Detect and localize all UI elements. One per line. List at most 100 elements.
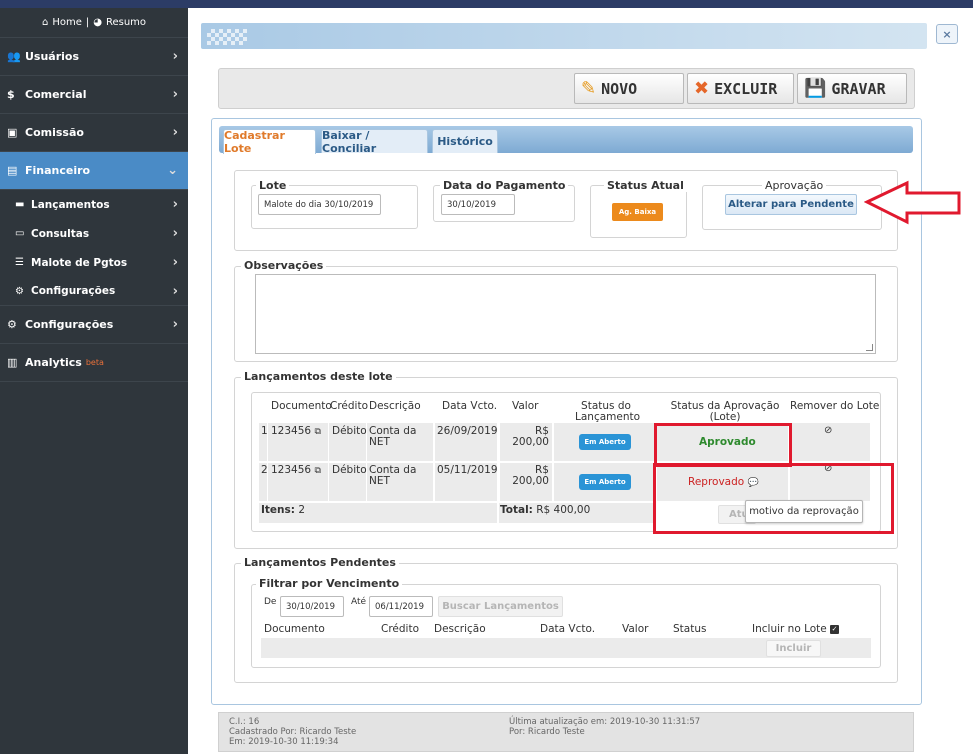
- file-icon: ▬: [15, 199, 25, 210]
- home-link[interactable]: Home: [52, 17, 82, 28]
- atualizado-por-text: Por: Ricardo Teste: [509, 727, 585, 737]
- data-pagamento-input[interactable]: 30/10/2019: [441, 194, 515, 215]
- sidebar-item-usuarios[interactable]: 👥 Usuários ›: [0, 38, 188, 76]
- th-descricao: Descrição: [434, 623, 486, 635]
- tab-cadastrar-lote[interactable]: Cadastrar Lote: [223, 129, 316, 155]
- document-icon: ▭: [15, 228, 25, 239]
- documento-link[interactable]: 123456 ⧉: [271, 426, 321, 438]
- money-icon: ▣: [7, 126, 18, 139]
- itens-value: 2: [298, 504, 306, 516]
- chevron-right-icon: ›: [172, 226, 178, 241]
- th-status-aprovacao: Status da Aprovação (Lote): [668, 401, 782, 423]
- bar-chart-icon: ▥: [7, 356, 18, 369]
- delete-icon: ✖: [694, 78, 710, 99]
- cadastrado-em-text: Em: 2019-10-30 11:19:34: [229, 737, 339, 747]
- gravar-button[interactable]: 💾 GRAVAR: [797, 73, 907, 104]
- sidebar-item-label: Analytics: [25, 356, 82, 369]
- status-badge: Ag. Baixa: [612, 203, 663, 221]
- novo-button[interactable]: ✎ NOVO: [574, 73, 684, 104]
- total-value: R$ 400,00: [536, 504, 591, 516]
- data-vcto-cell: 26/09/2019: [437, 425, 498, 437]
- sidebar-item-label: Financeiro: [25, 164, 91, 177]
- chevron-right-icon: ›: [172, 87, 178, 102]
- de-date-input[interactable]: 30/10/2019: [280, 596, 344, 617]
- close-button[interactable]: ×: [936, 24, 958, 44]
- external-link-icon[interactable]: ⧉: [314, 427, 320, 437]
- cadastrado-por-text: Cadastrado Por: Ricardo Teste: [229, 727, 357, 737]
- chevron-right-icon: ›: [172, 317, 178, 332]
- sidebar-item-configuracoes[interactable]: ⚙ Configurações ›: [0, 306, 188, 344]
- sidebar-subitem-lancamentos[interactable]: ▬ Lançamentos ›: [0, 190, 188, 219]
- alterar-pendente-button[interactable]: Alterar para Pendente: [725, 194, 857, 215]
- sidebar: ⌂ Home | ◕ Resumo 👥 Usuários › $ Comerci…: [0, 8, 188, 754]
- gravar-label: GRAVAR: [831, 79, 886, 98]
- aprovado-highlight: [654, 423, 792, 467]
- pie-chart-icon[interactable]: ◕: [93, 17, 102, 28]
- th-valor: Valor: [512, 400, 539, 412]
- valor-cell: R$ 200,00: [503, 465, 549, 487]
- sidebar-item-financeiro[interactable]: ▤ Financeiro ⌄: [0, 152, 188, 190]
- ultima-atualizacao-text: Última atualização em: 2019-10-30 11:31:…: [509, 717, 701, 727]
- home-icon[interactable]: ⌂: [42, 17, 48, 28]
- sidebar-subitem-malote[interactable]: ☰ Malote de Pgtos ›: [0, 248, 188, 277]
- documento-value: 123456: [271, 464, 312, 476]
- valor-cell: R$ 200,00: [503, 426, 549, 448]
- sidebar-subitem-label: Lançamentos: [31, 198, 110, 211]
- pencil-icon: ✎: [581, 78, 597, 99]
- list-icon: ☰: [15, 257, 24, 268]
- valor-amount: 200,00: [512, 475, 549, 487]
- separator: |: [85, 17, 90, 28]
- aprovacao-legend: Aprovação: [762, 179, 827, 192]
- buscar-lancamentos-button[interactable]: Buscar Lançamentos: [438, 596, 563, 617]
- descricao-cell: Conta da NET: [369, 426, 416, 448]
- tab-baixar-conciliar[interactable]: Baixar / Conciliar: [321, 129, 428, 155]
- modal-header[interactable]: [201, 23, 927, 49]
- resumo-link[interactable]: Resumo: [106, 17, 146, 28]
- reprovado-highlight: [653, 463, 894, 534]
- itens-total: Itens: 2: [261, 505, 305, 516]
- sidebar-subitem-label: Consultas: [31, 227, 90, 240]
- row-number: 2: [261, 464, 268, 476]
- gears-icon: ⚙: [7, 318, 17, 331]
- de-label: De: [264, 597, 277, 607]
- documento-link[interactable]: 123456 ⧉: [271, 465, 321, 477]
- observacoes-textarea[interactable]: [255, 274, 876, 354]
- th-status-lancamento: Status do Lançamento: [575, 401, 640, 423]
- valor-total: Total: R$ 400,00: [500, 505, 590, 516]
- tab-historico[interactable]: Histórico: [432, 129, 498, 153]
- descricao-cell: Conta da NET: [369, 465, 416, 487]
- top-bar: [0, 0, 973, 8]
- incluir-button[interactable]: Incluir: [766, 640, 821, 657]
- sidebar-item-label: Configurações: [25, 318, 114, 331]
- incluir-header-label: Incluir no Lote: [752, 623, 827, 635]
- save-icon: 💾: [804, 78, 827, 99]
- sidebar-item-comercial[interactable]: $ Comercial ›: [0, 76, 188, 114]
- sidebar-top: ⌂ Home | ◕ Resumo: [0, 8, 188, 38]
- row-number: 1: [261, 425, 268, 437]
- sidebar-item-comissao[interactable]: ▣ Comissão ›: [0, 114, 188, 152]
- pendentes-legend: Lançamentos Pendentes: [241, 556, 399, 569]
- data-vcto-cell: 05/11/2019: [437, 464, 498, 476]
- th-descricao: Descrição: [369, 400, 421, 412]
- dollar-icon: $: [7, 88, 15, 101]
- checkbox-checked-icon[interactable]: ✓: [830, 624, 840, 634]
- arrow-annotation-icon: [864, 180, 961, 225]
- excluir-button[interactable]: ✖ EXCLUIR: [687, 73, 794, 104]
- lote-input[interactable]: Malote do dia 30/10/2019: [258, 194, 381, 215]
- data-pagamento-legend: Data do Pagamento: [440, 179, 569, 192]
- total-label: Total:: [500, 504, 533, 516]
- lote-legend: Lote: [256, 179, 290, 192]
- remove-icon[interactable]: ⊘: [824, 425, 832, 436]
- briefcase-icon: ▤: [7, 164, 18, 177]
- external-link-icon[interactable]: ⧉: [314, 466, 320, 476]
- chevron-right-icon: ›: [172, 125, 178, 140]
- sidebar-subitem-label: Configurações: [31, 285, 116, 297]
- filtro-legend: Filtrar por Vencimento: [256, 577, 403, 590]
- sidebar-item-analytics[interactable]: ▥ Analytics beta: [0, 344, 188, 382]
- novo-label: NOVO: [601, 79, 638, 98]
- status-em-aberto-badge: Em Aberto: [579, 434, 631, 450]
- sidebar-subitem-consultas[interactable]: ▭ Consultas ›: [0, 219, 188, 248]
- sidebar-subitem-configuracoes[interactable]: ⚙ Configurações ›: [0, 277, 188, 306]
- ate-date-input[interactable]: 06/11/2019: [369, 596, 433, 617]
- resize-handle-icon[interactable]: [866, 344, 873, 351]
